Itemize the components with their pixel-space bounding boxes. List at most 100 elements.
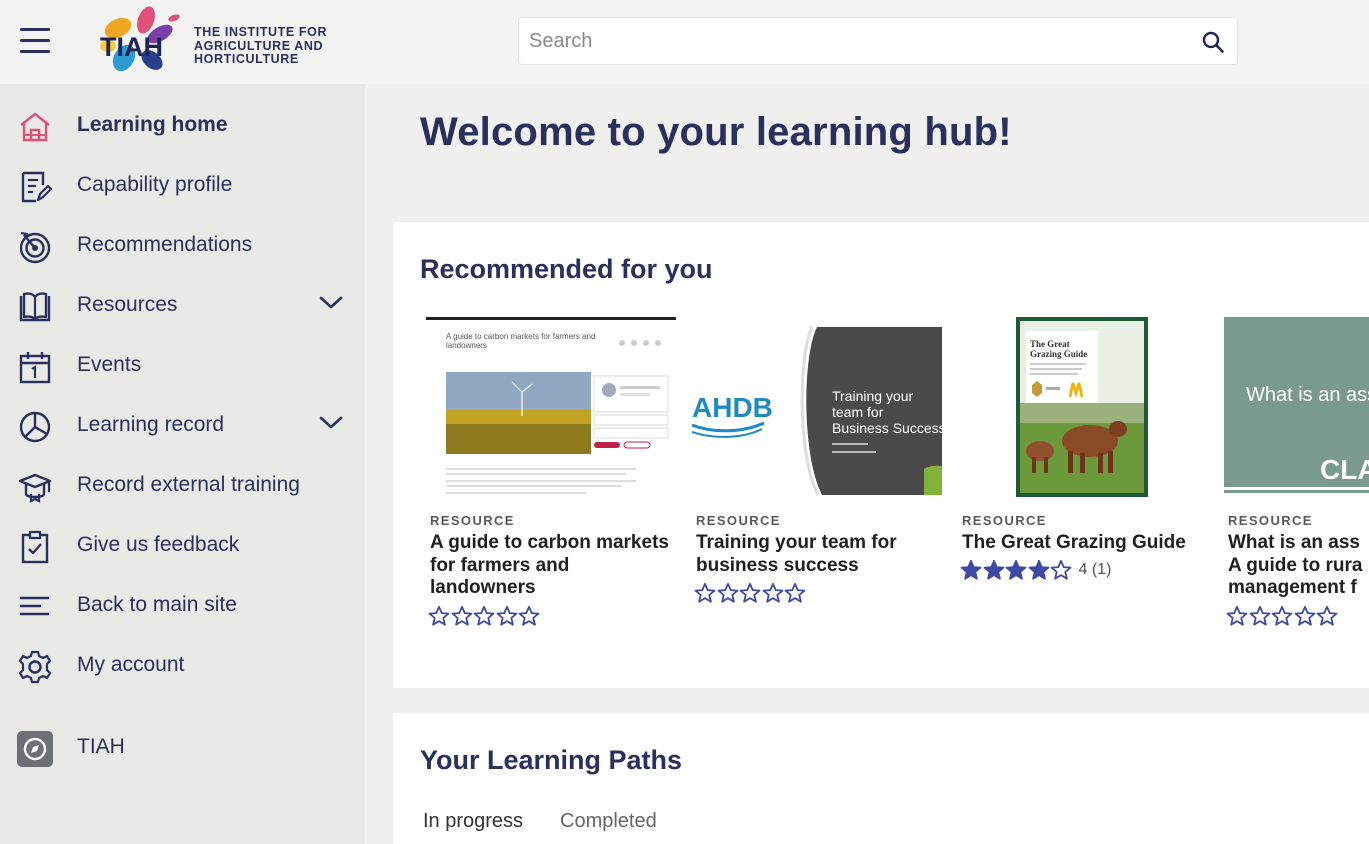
pie-chart-icon	[19, 411, 51, 443]
resource-title: What is an ass A guide to rura managemen…	[1228, 532, 1369, 600]
sidebar-item-give-us-feedback[interactable]: Give us feedback	[0, 516, 365, 576]
thumb-brand: CLA	[1320, 454, 1369, 485]
star-empty-icon[interactable]	[1294, 605, 1316, 627]
sidebar-item-label: Resources	[77, 293, 178, 316]
resource-type-label: RESOURCE	[430, 513, 515, 528]
thumb-text-line: team for	[832, 404, 884, 420]
sidebar-item-label: Learning record	[77, 413, 225, 436]
star-filled-icon[interactable]	[960, 559, 982, 581]
target-icon	[19, 231, 51, 264]
star-filled-icon[interactable]	[1028, 559, 1050, 581]
star-empty-icon[interactable]	[762, 582, 784, 604]
guide-cover-image: The Great Grazing Guide	[958, 317, 1208, 497]
graduation-cap-icon	[18, 473, 52, 503]
star-empty-icon[interactable]	[496, 605, 518, 627]
sidebar-item-label: My account	[77, 653, 185, 676]
resource-thumbnail: A guide to carbon markets for farmers an…	[426, 317, 676, 497]
menu-icon[interactable]	[20, 28, 50, 54]
star-rating[interactable]	[1226, 605, 1339, 627]
gear-icon	[18, 650, 52, 684]
star-empty-icon[interactable]	[428, 605, 450, 627]
book-icon	[19, 292, 51, 322]
presentation-preview-image: AHDB Training your team for Business Suc…	[692, 317, 942, 497]
sidebar-item-label: Back to main site	[77, 593, 237, 616]
sidebar: Learning home Capability profile Recomme…	[0, 84, 365, 844]
tab-completed[interactable]: Completed	[560, 810, 657, 833]
thumb-text-line: Business Success	[832, 420, 942, 436]
learning-paths-panel: Your Learning Paths In progress Complete…	[393, 713, 1369, 844]
star-empty-icon[interactable]	[717, 582, 739, 604]
star-empty-icon[interactable]	[739, 582, 761, 604]
rating-count: 4 (1)	[1078, 561, 1112, 578]
section-title: Recommended for you	[420, 254, 713, 284]
thumb-brand: AHDB	[692, 392, 773, 423]
sidebar-item-label: Events	[77, 353, 142, 376]
resource-card[interactable]: The Great Grazing Guide RESOURCE The Gre…	[958, 317, 1208, 647]
calendar-icon	[19, 352, 51, 384]
star-empty-icon[interactable]	[694, 582, 716, 604]
logo-text-line: AGRICULTURE AND	[194, 38, 324, 53]
recommended-panel: Recommended for you A guide to carbon ma…	[393, 222, 1369, 688]
resource-title: The Great Grazing Guide	[962, 532, 1186, 553]
tab-in-progress[interactable]: In progress	[423, 810, 523, 833]
search-icon[interactable]	[1201, 30, 1225, 54]
chevron-down-icon[interactable]	[318, 414, 344, 432]
star-empty-icon[interactable]	[1249, 605, 1271, 627]
top-bar: TIAH THE INSTITUTE FOR AGRICULTURE AND H…	[0, 0, 1369, 84]
resource-card[interactable]: AHDB Training your team for Business Suc…	[692, 317, 942, 647]
star-empty-icon[interactable]	[473, 605, 495, 627]
star-empty-icon[interactable]	[1050, 559, 1072, 581]
logo-short: TIAH	[100, 32, 163, 62]
tiah-logo[interactable]: TIAH THE INSTITUTE FOR AGRICULTURE AND H…	[88, 6, 348, 78]
clipboard-check-icon	[21, 530, 49, 564]
sidebar-item-resources[interactable]: Resources	[0, 276, 365, 336]
thumb-text: What is an ass	[1246, 384, 1369, 406]
resource-thumbnail: The Great Grazing Guide	[958, 317, 1208, 497]
search-input[interactable]	[529, 18, 1189, 64]
star-rating[interactable]: 4 (1)	[960, 559, 1111, 581]
star-rating[interactable]	[428, 605, 541, 627]
resource-title-line: What is an ass	[1228, 532, 1360, 553]
star-rating[interactable]	[694, 582, 807, 604]
sidebar-item-capability-profile[interactable]: Capability profile	[0, 156, 365, 216]
compass-icon	[23, 737, 47, 761]
star-empty-icon[interactable]	[451, 605, 473, 627]
resource-thumbnail: What is an ass CLA	[1224, 317, 1369, 497]
star-empty-icon[interactable]	[1271, 605, 1293, 627]
sidebar-item-recommendations[interactable]: Recommendations	[0, 216, 365, 276]
thumb-text-line: Training your	[832, 388, 914, 404]
sidebar-item-tiah[interactable]: TIAH	[0, 718, 365, 778]
resource-thumbnail: AHDB Training your team for Business Suc…	[692, 317, 942, 497]
home-icon	[20, 112, 50, 142]
search-box	[518, 17, 1238, 65]
sidebar-item-back-to-main-site[interactable]: Back to main site	[0, 576, 365, 636]
sidebar-item-label: Record external training	[77, 473, 300, 496]
video-preview-image: What is an ass CLA	[1224, 317, 1369, 493]
sidebar-item-events[interactable]: Events	[0, 336, 365, 396]
sidebar-item-learning-home[interactable]: Learning home	[0, 96, 365, 156]
document-preview-image: A guide to carbon markets for farmers an…	[426, 320, 676, 497]
resource-title: Training your team for business success	[696, 532, 897, 576]
star-empty-icon[interactable]	[1316, 605, 1338, 627]
thumb-title-line: The Great	[1030, 339, 1070, 349]
star-empty-icon[interactable]	[1226, 605, 1248, 627]
resource-type-label: RESOURCE	[1228, 513, 1313, 528]
sidebar-item-label: Learning home	[77, 113, 228, 136]
star-empty-icon[interactable]	[518, 605, 540, 627]
resource-title-line: A guide to rura	[1228, 554, 1363, 576]
resource-type-label: RESOURCE	[962, 513, 1047, 528]
resource-card[interactable]: What is an ass CLA RESOURCE What is an a…	[1224, 317, 1369, 647]
chevron-down-icon[interactable]	[318, 294, 344, 312]
thumb-title: A guide to carbon markets for farmers an…	[446, 332, 596, 350]
resource-card[interactable]: A guide to carbon markets for farmers an…	[426, 317, 676, 647]
tiah-logo-mark-icon: TIAH	[100, 6, 180, 72]
section-title: Your Learning Paths	[420, 745, 683, 775]
sidebar-item-record-external-training[interactable]: Record external training	[0, 456, 365, 516]
edit-document-icon	[21, 171, 52, 203]
star-filled-icon[interactable]	[983, 559, 1005, 581]
sidebar-item-my-account[interactable]: My account	[0, 636, 365, 696]
sidebar-item-learning-record[interactable]: Learning record	[0, 396, 365, 456]
page-title: Welcome to your learning hub!	[420, 110, 1012, 154]
star-filled-icon[interactable]	[1005, 559, 1027, 581]
star-empty-icon[interactable]	[784, 582, 806, 604]
